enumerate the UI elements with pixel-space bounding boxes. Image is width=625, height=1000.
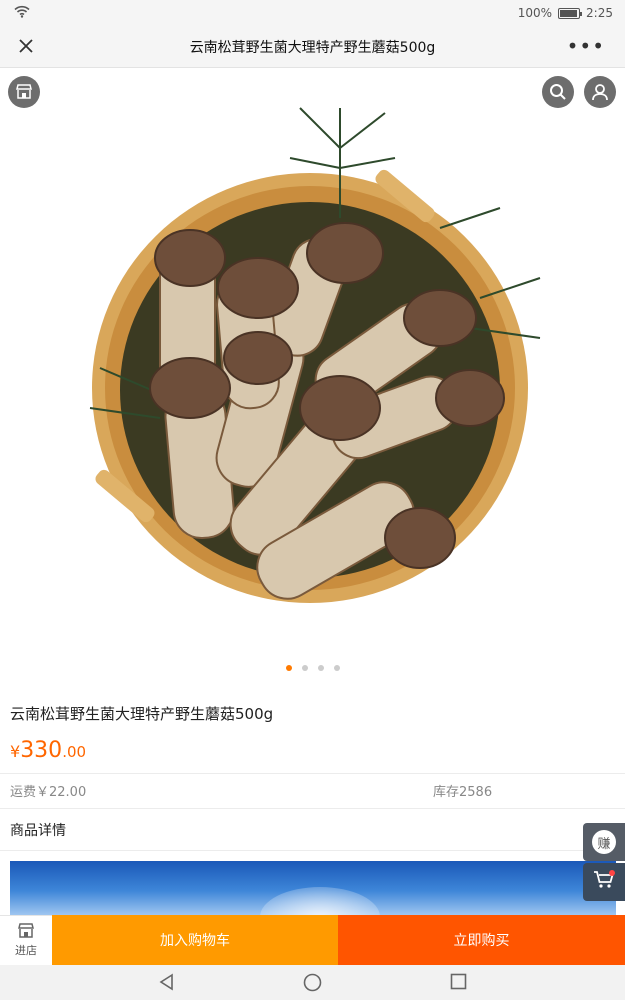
status-bar: 100% 2:25 bbox=[0, 0, 625, 26]
divider bbox=[0, 773, 625, 774]
enter-store-label: 进店 bbox=[15, 944, 37, 957]
store-icon bbox=[17, 923, 35, 942]
nav-bar: 云南松茸野生菌大理特产野生蘑菇500g ••• bbox=[0, 26, 625, 68]
carousel-dot[interactable] bbox=[333, 665, 340, 671]
product-photo bbox=[89, 107, 541, 603]
cart-icon bbox=[593, 870, 615, 894]
carousel-dot[interactable] bbox=[317, 665, 324, 671]
more-icon[interactable]: ••• bbox=[567, 34, 605, 58]
product-detail-label: 商品详情 bbox=[10, 823, 66, 839]
wifi-icon bbox=[14, 5, 30, 21]
buy-now-button[interactable]: 立即购买 bbox=[338, 915, 625, 965]
product-image-carousel[interactable] bbox=[0, 68, 625, 690]
divider bbox=[0, 850, 625, 851]
detail-banner-image bbox=[10, 861, 616, 915]
recent-apps-icon[interactable] bbox=[450, 973, 467, 994]
home-icon[interactable] bbox=[303, 973, 322, 996]
stock-count: 库存2586 bbox=[433, 785, 493, 800]
carousel-indicator bbox=[0, 665, 625, 671]
bottom-action-bar: 进店 加入购物车 立即购买 bbox=[0, 915, 625, 965]
product-title: 云南松茸野生菌大理特产野生蘑菇500g bbox=[10, 705, 274, 723]
earn-button[interactable]: 赚 bbox=[583, 823, 625, 861]
search-icon[interactable] bbox=[542, 76, 574, 108]
back-icon[interactable] bbox=[158, 973, 176, 995]
shipping-fee: 运费￥22.00 bbox=[10, 785, 87, 800]
nav-title: 云南松茸野生菌大理特产野生蘑菇500g bbox=[189, 40, 436, 56]
price-integer: 330 bbox=[20, 738, 63, 763]
battery-icon bbox=[558, 7, 583, 19]
earn-label: 赚 bbox=[592, 830, 616, 854]
price-currency: ¥ bbox=[10, 742, 21, 761]
store-icon[interactable] bbox=[8, 76, 40, 108]
clock: 2:25 bbox=[586, 6, 613, 20]
cart-button[interactable] bbox=[583, 863, 625, 901]
carousel-dot[interactable] bbox=[301, 665, 308, 671]
battery-percent: 100% bbox=[517, 6, 553, 20]
divider bbox=[0, 808, 625, 809]
price-decimal: .00 bbox=[62, 743, 87, 761]
system-nav-bar bbox=[0, 965, 625, 1000]
carousel-dot[interactable] bbox=[285, 665, 292, 671]
enter-store-button[interactable]: 进店 bbox=[0, 915, 52, 965]
add-to-cart-button[interactable]: 加入购物车 bbox=[52, 915, 338, 965]
user-icon[interactable] bbox=[584, 76, 616, 108]
product-price: ¥330.00 bbox=[10, 738, 86, 763]
